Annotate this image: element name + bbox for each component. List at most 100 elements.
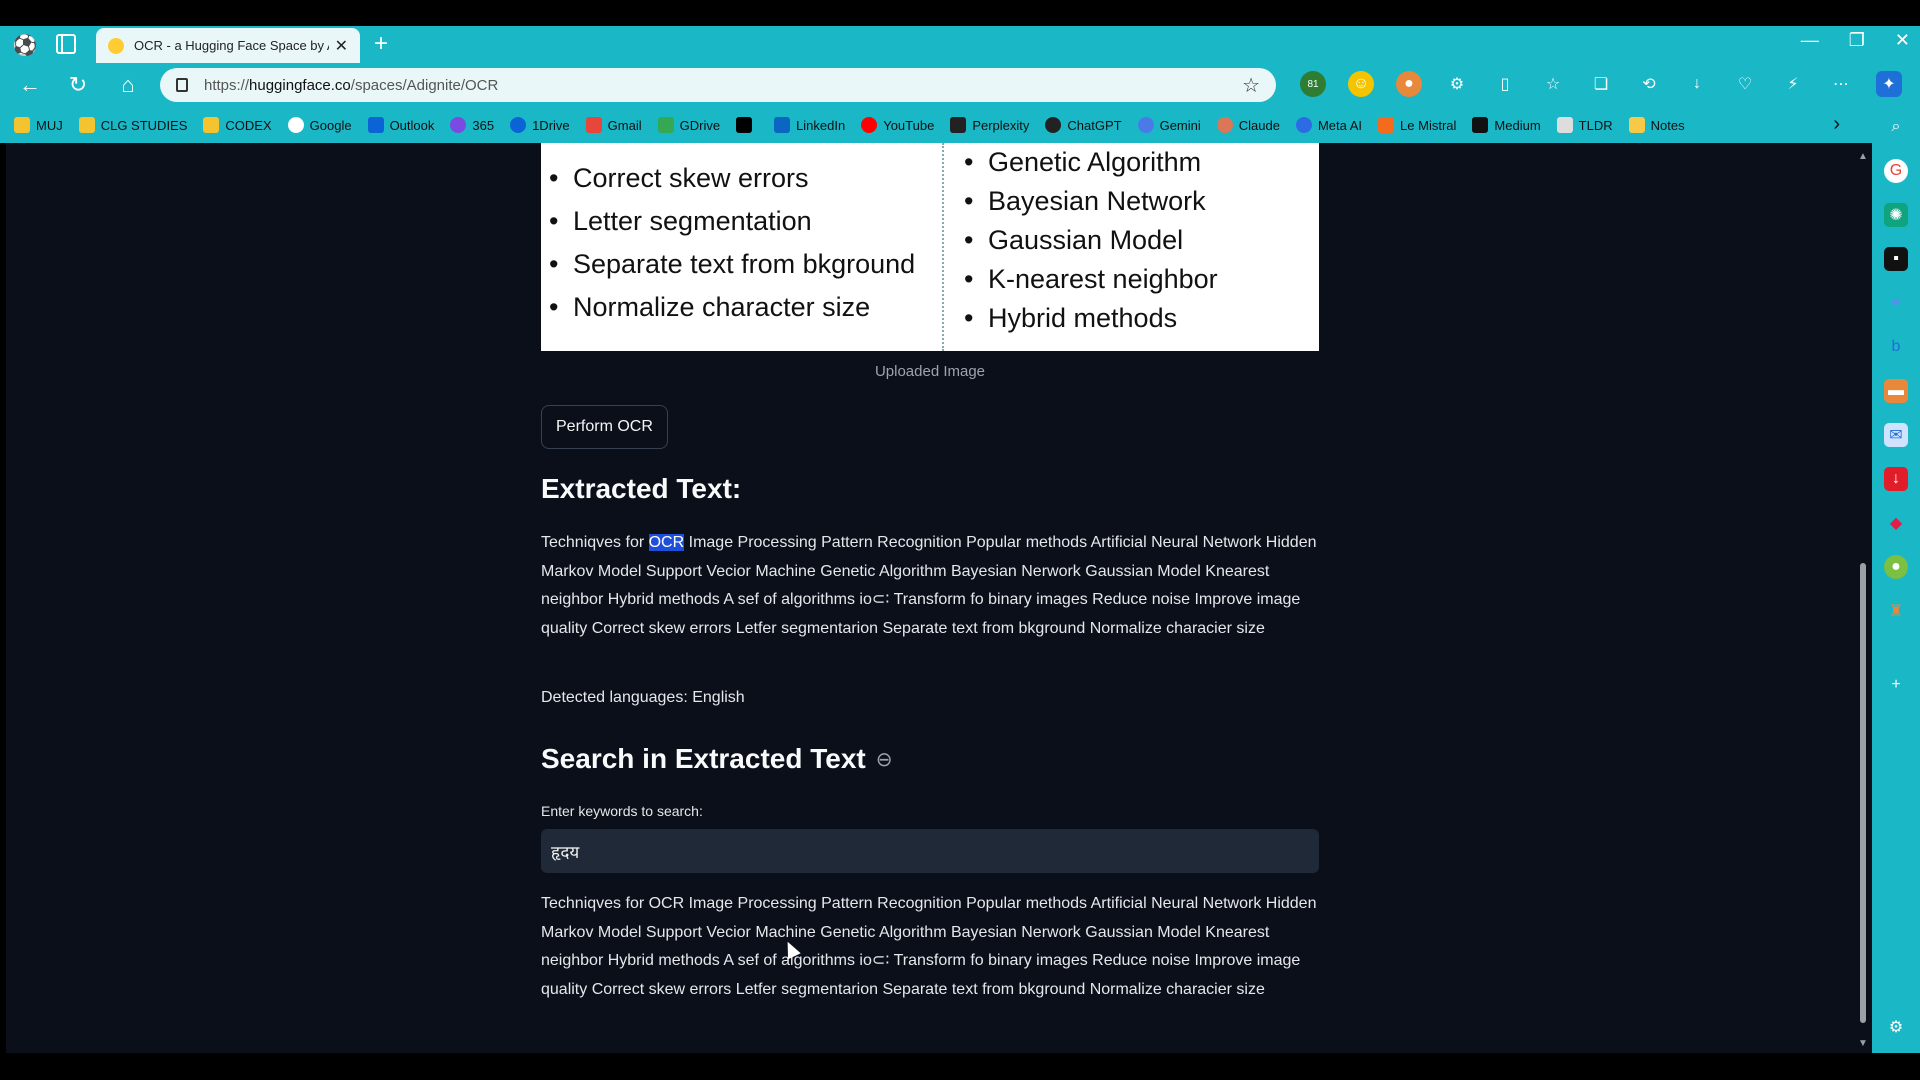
gemini-icon[interactable]: ✦ bbox=[1884, 291, 1908, 315]
scroll-thumb[interactable] bbox=[1860, 563, 1866, 1023]
edge-sidebar: ⌕ G ✺ ▪ ✦ b ▬ ✉ ↓ ◆ ● ♜ + ⚙ bbox=[1872, 107, 1920, 1053]
vertical-scrollbar[interactable]: ▲ ▼ bbox=[1854, 143, 1872, 1053]
image-left-list: Correct skew errors Letter segmentation … bbox=[541, 157, 915, 329]
download-icon[interactable]: ↓ bbox=[1884, 467, 1908, 491]
extracted-text[interactable]: Techniqves for OCR Image Processing Patt… bbox=[541, 529, 1319, 643]
bookmark-youtube[interactable]: YouTube bbox=[861, 117, 934, 133]
image-caption: Uploaded Image bbox=[874, 363, 986, 380]
bookmark-perplexity[interactable]: Perplexity bbox=[950, 117, 1029, 133]
bookmark-codex[interactable]: CODEX bbox=[203, 117, 272, 133]
back-icon[interactable]: ← bbox=[16, 71, 44, 99]
folder-icon bbox=[78, 117, 95, 133]
active-tab[interactable]: OCR - a Hugging Face Space by A ✕ bbox=[96, 28, 360, 63]
image-list-item: Hybrid methods bbox=[956, 299, 1218, 338]
bookmark-gdrive[interactable]: GDrive bbox=[657, 117, 720, 133]
bing-icon[interactable]: b bbox=[1884, 335, 1908, 359]
image-right-column: Genetic Algorithm Bayesian Network Gauss… bbox=[942, 143, 1319, 351]
bookmark-medium[interactable]: Medium bbox=[1472, 117, 1541, 133]
site-info-icon[interactable] bbox=[176, 78, 188, 92]
office-icon[interactable]: ♜ bbox=[1884, 599, 1908, 623]
split-screen-icon[interactable]: ▯ bbox=[1492, 71, 1518, 97]
tab-actions-icon[interactable] bbox=[56, 34, 76, 54]
search-input[interactable] bbox=[541, 829, 1319, 873]
onedrive-icon bbox=[510, 117, 527, 133]
tab-bar: ⚽ OCR - a Hugging Face Space by A ✕ + — … bbox=[0, 26, 1920, 63]
anchor-link-icon[interactable]: ⊖ bbox=[876, 747, 893, 772]
extension-calendar-icon[interactable]: 81 bbox=[1300, 71, 1326, 97]
bookmark-tldr[interactable]: TLDR bbox=[1556, 117, 1613, 133]
collections-icon[interactable]: ❏ bbox=[1588, 71, 1614, 97]
search-label: Enter keywords to search: bbox=[541, 803, 703, 819]
window-controls: — ❐ ✕ bbox=[1801, 30, 1910, 51]
home-icon[interactable]: ⌂ bbox=[114, 71, 142, 99]
search-icon[interactable]: ⌕ bbox=[1884, 115, 1908, 139]
bookmark-muj[interactable]: MUJ bbox=[14, 117, 63, 133]
add-icon[interactable]: + bbox=[1884, 673, 1908, 697]
bookmark-chatgpt[interactable]: ChatGPT bbox=[1045, 117, 1122, 133]
bookmark-outlook[interactable]: Outlook bbox=[367, 117, 434, 133]
address-bar[interactable]: https://huggingface.co/spaces/Adignite/O… bbox=[160, 68, 1276, 102]
chatgpt-icon[interactable]: ✺ bbox=[1884, 203, 1908, 227]
extension-color-icon[interactable]: ● bbox=[1396, 71, 1422, 97]
outlook-icon[interactable]: ✉ bbox=[1884, 423, 1908, 447]
notes-icon bbox=[1628, 117, 1645, 133]
image-list-item: Genetic Algorithm bbox=[956, 143, 1218, 182]
minimize-icon[interactable]: — bbox=[1801, 30, 1819, 51]
bookmark-gemini[interactable]: Gemini bbox=[1137, 117, 1201, 133]
extensions-puzzle-icon[interactable]: ⚙ bbox=[1444, 71, 1470, 97]
folder-icon bbox=[203, 117, 220, 133]
bookmark-notes[interactable]: Notes bbox=[1628, 117, 1685, 133]
restore-icon[interactable]: ❐ bbox=[1849, 30, 1865, 51]
bookmarks-bar: MUJ CLG STUDIES CODEX Google Outlook 365… bbox=[0, 107, 1920, 143]
downloads-icon[interactable]: ↓ bbox=[1684, 71, 1710, 97]
detected-languages: Detected languages: English bbox=[541, 689, 745, 706]
pocket-icon[interactable]: ◆ bbox=[1884, 511, 1908, 535]
health-icon[interactable]: ♡ bbox=[1732, 71, 1758, 97]
close-tab-icon[interactable]: ✕ bbox=[335, 36, 348, 56]
linkedin-icon bbox=[774, 117, 791, 133]
url-text[interactable]: https://huggingface.co/spaces/Adignite/O… bbox=[204, 77, 1242, 94]
browser-logo-icon[interactable]: ⚽ bbox=[12, 32, 38, 58]
image-list-item: Normalize character size bbox=[541, 286, 915, 329]
bookmark-linkedin[interactable]: LinkedIn bbox=[774, 117, 845, 133]
bookmark-1drive[interactable]: 1Drive bbox=[510, 117, 570, 133]
refresh-icon[interactable]: ↻ bbox=[64, 71, 92, 99]
bookmark-meta-ai[interactable]: Meta AI bbox=[1295, 117, 1362, 133]
huggingface-favicon-icon bbox=[108, 37, 124, 54]
perform-ocr-button[interactable]: Perform OCR bbox=[541, 405, 668, 449]
bookmark-gmail[interactable]: Gmail bbox=[585, 117, 642, 133]
scroll-down-icon[interactable]: ▼ bbox=[1858, 1038, 1868, 1049]
google-icon[interactable]: G bbox=[1884, 159, 1908, 183]
favorite-star-icon[interactable]: ☆ bbox=[1242, 73, 1260, 98]
claude-icon bbox=[1216, 117, 1233, 133]
performance-icon[interactable]: ⚡ bbox=[1780, 71, 1806, 97]
bookmark-clg-studies[interactable]: CLG STUDIES bbox=[78, 117, 187, 133]
terminal-icon[interactable]: ▪ bbox=[1884, 247, 1908, 271]
bookmark-365[interactable]: 365 bbox=[450, 117, 494, 133]
gemini-icon bbox=[1137, 117, 1154, 133]
m365-icon bbox=[450, 117, 467, 133]
extension-face-icon[interactable]: ☺ bbox=[1348, 71, 1374, 97]
settings-gear-icon[interactable]: ⚙ bbox=[1884, 1015, 1908, 1039]
selected-text[interactable]: OCR bbox=[648, 534, 685, 551]
copilot-icon[interactable]: ✦ bbox=[1876, 71, 1902, 97]
more-menu-icon[interactable]: ⋯ bbox=[1828, 71, 1854, 97]
page-viewport: Correct skew errors Letter segmentation … bbox=[6, 143, 1854, 1053]
scroll-up-icon[interactable]: ▲ bbox=[1858, 151, 1868, 162]
games-icon[interactable]: ● bbox=[1884, 555, 1908, 579]
chevron-right-icon[interactable]: › bbox=[1833, 113, 1840, 136]
close-window-icon[interactable]: ✕ bbox=[1895, 30, 1910, 51]
bookmark-google[interactable]: Google bbox=[287, 117, 352, 133]
folder-icon bbox=[14, 117, 30, 133]
history-icon[interactable]: ⟲ bbox=[1636, 71, 1662, 97]
bookmark-le-mistral[interactable]: Le Mistral bbox=[1378, 117, 1456, 133]
image-list-item: K-nearest neighbor bbox=[956, 260, 1218, 299]
bookmark-claude[interactable]: Claude bbox=[1216, 117, 1280, 133]
new-tab-button[interactable]: + bbox=[374, 30, 388, 58]
bookmark-x[interactable] bbox=[736, 117, 758, 133]
image-list-item: Separate text from bkground bbox=[541, 243, 915, 286]
uploaded-image: Correct skew errors Letter segmentation … bbox=[541, 143, 1319, 351]
tools-icon[interactable]: ▬ bbox=[1884, 379, 1908, 403]
favorites-icon[interactable]: ☆ bbox=[1540, 71, 1566, 97]
extension-toolbar: 81 ☺ ● ⚙ ▯ ☆ ❏ ⟲ ↓ ♡ ⚡ ⋯ ✦ bbox=[1300, 71, 1902, 97]
